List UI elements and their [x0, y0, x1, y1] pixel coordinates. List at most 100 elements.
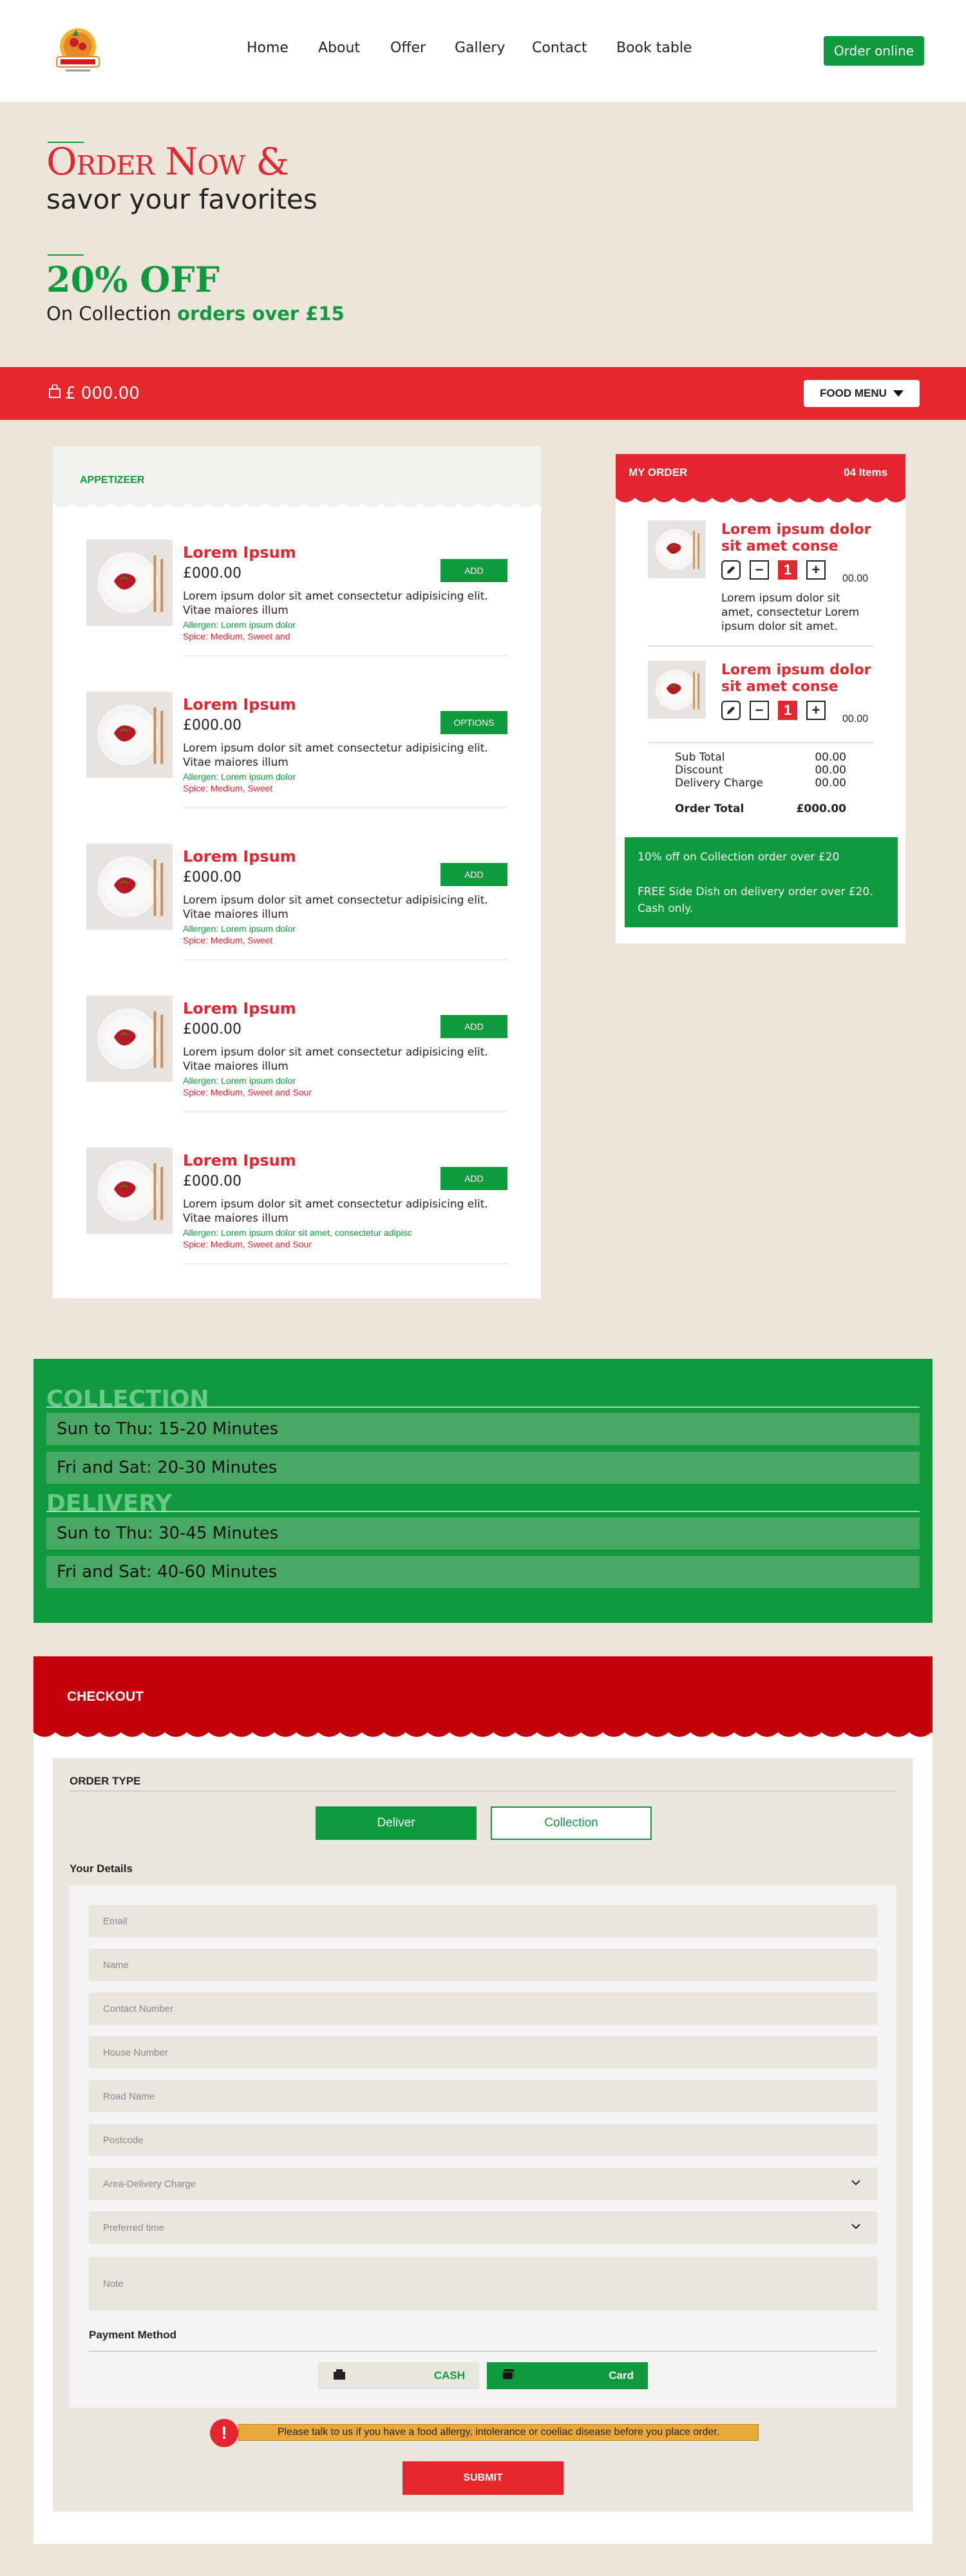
menu-item: Lorem Ipsum £000.00 Lorem ipsum dolor si… [86, 844, 507, 972]
menu-item-name: Lorem Ipsum [183, 1151, 296, 1170]
menu-item-allergen: Allergen: Lorem ipsum dolor sit amet, co… [183, 1227, 412, 1238]
road-name-field[interactable]: Road Name [89, 2080, 877, 2112]
cart-total-value: £ 000.00 [65, 384, 140, 403]
timings-panel: COLLECTION Sun to Thu: 15-20 Minutes Fri… [33, 1359, 933, 1623]
deliver-button[interactable]: Deliver [316, 1806, 477, 1840]
food-menu-button[interactable]: FOOD MENU [804, 380, 920, 407]
nav-contact[interactable]: Contact [532, 40, 587, 56]
decrease-button[interactable]: − [750, 560, 769, 580]
increase-button[interactable]: + [806, 701, 826, 720]
menu-item-description: Lorem ipsum dolor sit amet consectetur a… [183, 1046, 488, 1073]
delivery-title: DELIVERY [46, 1490, 173, 1517]
menu-item: Lorem Ipsum £000.00 Lorem ipsum dolor si… [86, 540, 507, 668]
promo-delivery: FREE Side Dish on delivery order over £2… [638, 886, 873, 915]
menu-category-header [53, 446, 541, 507]
shopping-bag-icon [48, 384, 61, 403]
menu-item-allergen: Allergen: Lorem ipsum dolor [183, 620, 296, 630]
discount-text: On Collection [46, 303, 171, 325]
order-item-name: Lorem ipsum dolor sit amet conse [721, 522, 871, 554]
increase-button[interactable]: + [806, 560, 826, 580]
payment-method-label: Payment Method [89, 2329, 177, 2341]
checkout-header [33, 1656, 933, 1737]
add-button[interactable]: ADD [440, 1015, 507, 1038]
menu-item-description: Lorem ipsum dolor sit amet consectetur a… [183, 590, 488, 617]
card-label: Card [609, 2369, 634, 2382]
order-item-controls: − 1 + [721, 701, 826, 720]
alert-icon: ! [210, 2419, 238, 2447]
add-button[interactable]: ADD [440, 559, 507, 582]
payment-divider [89, 2351, 877, 2352]
wave-divider [616, 493, 905, 502]
menu-item-allergen: Allergen: Lorem ipsum dolor [183, 772, 296, 782]
decrease-button[interactable]: − [750, 701, 769, 720]
checkout-title: CHECKOUT [67, 1689, 144, 1704]
menu-item-spice: Spice: Medium, Sweet [183, 935, 273, 945]
order-divider [648, 742, 873, 743]
summary-subtotal: Sub Total 00.00 [675, 751, 846, 764]
add-button[interactable]: ADD [440, 1167, 507, 1190]
menu-item-spice: Spice: Medium, Sweet and [183, 631, 290, 641]
collection-button[interactable]: Collection [491, 1806, 652, 1840]
collection-title: COLLECTION [46, 1386, 209, 1412]
summary-discount: Discount 00.00 [675, 764, 846, 777]
edit-pencil-icon[interactable] [721, 560, 741, 580]
summary-total: Order Total £000.00 [675, 802, 846, 815]
menu-item: Lorem Ipsum £000.00 Lorem ipsum dolor si… [86, 996, 507, 1124]
menu-item-spice: Spice: Medium, Sweet and Sour [183, 1239, 312, 1249]
menu-item-description: Lorem ipsum dolor sit amet consectetur a… [183, 742, 488, 769]
nav-book-table[interactable]: Book table [616, 40, 692, 56]
caret-down-icon [893, 387, 904, 400]
collection-time-row: Fri and Sat: 20-30 Minutes [46, 1452, 920, 1484]
edit-pencil-icon[interactable] [721, 701, 741, 720]
nav-home[interactable]: Home [247, 40, 289, 56]
menu-item-price: £000.00 [183, 1173, 242, 1189]
area-delivery-select[interactable]: Area-Delivery Charge [89, 2168, 877, 2200]
menu-item: Lorem Ipsum £000.00 Lorem ipsum dolor si… [86, 1148, 507, 1276]
menu-item-image [86, 844, 173, 930]
cart-total[interactable]: £ 000.00 [48, 384, 140, 403]
menu-category-title: APPETIZEER [80, 475, 145, 486]
nav-gallery[interactable]: Gallery [455, 40, 505, 56]
quantity-value: 1 [778, 560, 797, 580]
allergy-notice: Please talk to us if you have a food all… [238, 2424, 759, 2441]
menu-item-spice: Spice: Medium, Sweet and Sour [183, 1087, 312, 1097]
wave-divider [33, 1727, 933, 1737]
order-online-button[interactable]: Order online [824, 36, 924, 66]
menu-item-name: Lorem Ipsum [183, 848, 296, 866]
order-count: 04 Items [844, 466, 888, 478]
order-item-image [648, 520, 706, 578]
menu-item-price: £000.00 [183, 565, 242, 582]
name-field[interactable]: Name [89, 1949, 877, 1981]
cash-icon [332, 2368, 346, 2384]
contact-number-field[interactable]: Contact Number [89, 1993, 877, 2025]
nav-about[interactable]: About [318, 40, 360, 56]
restaurant-logo[interactable] [50, 24, 106, 76]
menu-item-allergen: Allergen: Lorem ipsum dolor [183, 1075, 296, 1086]
order-item-controls: − 1 + [721, 560, 826, 580]
postcode-field[interactable]: Postcode [89, 2124, 877, 2156]
menu-item-price: £000.00 [183, 1021, 242, 1037]
area-delivery-placeholder: Area-Delivery Charge [103, 2178, 196, 2190]
collection-time-row: Sun to Thu: 15-20 Minutes [46, 1413, 920, 1445]
menu-item-description: Lorem ipsum dolor sit amet consectetur a… [183, 894, 488, 921]
menu-item-description: Lorem ipsum dolor sit amet consectetur a… [183, 1198, 488, 1225]
discount-subtitle: On Collection orders over £15 [46, 303, 345, 325]
submit-button[interactable]: SUBMIT [402, 2461, 564, 2495]
house-number-field[interactable]: House Number [89, 2036, 877, 2069]
card-icon [501, 2368, 515, 2384]
cash-button[interactable]: CASH [318, 2362, 479, 2389]
your-details-label: Your Details [70, 1862, 133, 1875]
note-field[interactable]: Note [89, 2257, 877, 2311]
preferred-time-select[interactable]: Preferred time [89, 2211, 877, 2244]
delivery-underline [46, 1511, 920, 1512]
add-button[interactable]: ADD [440, 863, 507, 886]
card-button[interactable]: Card [487, 2362, 648, 2389]
chevron-down-icon [850, 2221, 862, 2235]
email-field[interactable]: Email [89, 1905, 877, 1937]
quantity-value: 1 [778, 701, 797, 720]
order-item-name: Lorem ipsum dolor sit amet conse [721, 662, 871, 695]
nav-offer[interactable]: Offer [390, 40, 426, 56]
order-item-note: Lorem ipsum dolor sit amet, consectetur … [721, 592, 860, 633]
options-button[interactable]: OPTIONS [440, 711, 507, 734]
menu-item-image [86, 996, 173, 1082]
